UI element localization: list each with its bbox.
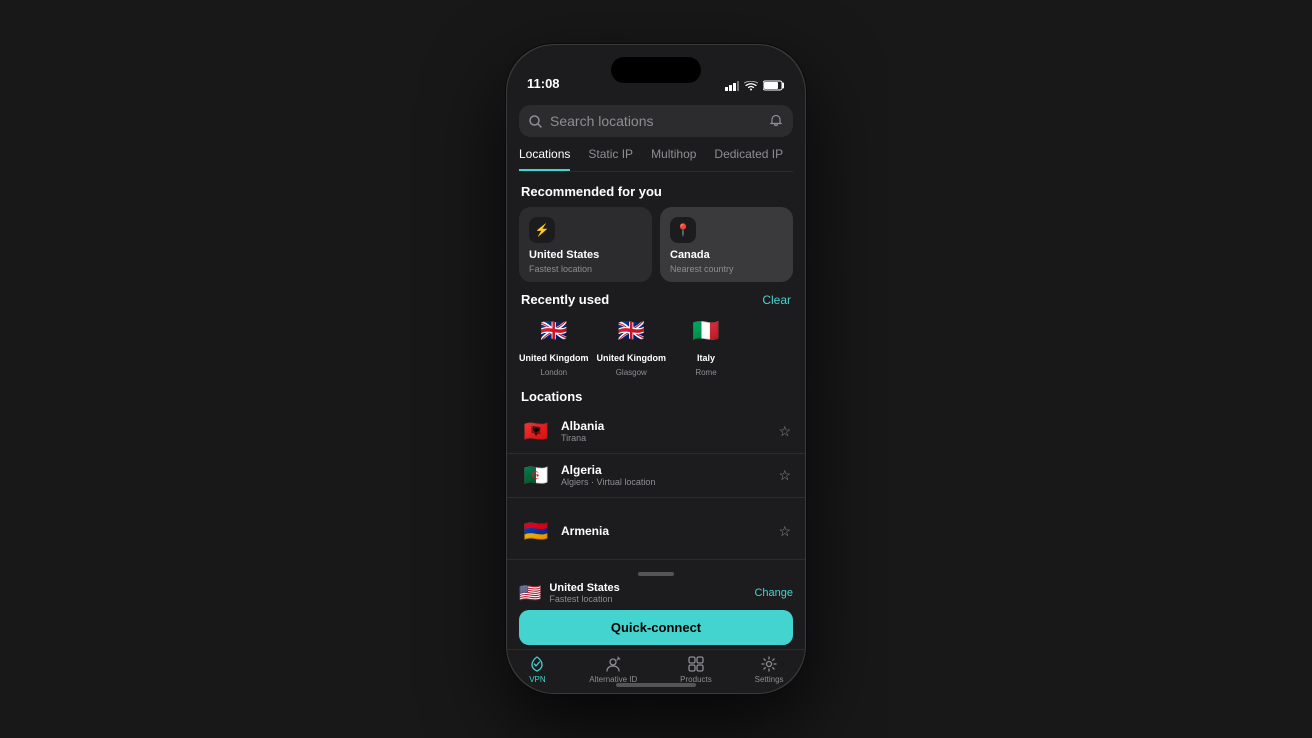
albania-favorite-icon[interactable]: ☆ <box>778 423 791 440</box>
rec-us-icon: ⚡ <box>529 217 555 243</box>
algeria-name: Algeria <box>561 463 768 477</box>
recent-name-italy-rome: Italy <box>697 353 715 364</box>
recently-title: Recently used <box>521 292 609 307</box>
dynamic-island <box>611 57 701 83</box>
recent-city-uk-london: London <box>540 368 567 377</box>
recent-flag-uk-glasgow: 🇬🇧 <box>613 313 649 349</box>
armenia-flag: 🇦🇲 <box>521 519 551 544</box>
status-icons <box>725 80 785 91</box>
tab-bar-settings[interactable]: Settings <box>755 655 784 684</box>
scroll-indicator <box>638 572 674 576</box>
location-item-algeria[interactable]: 🇩🇿 Algeria Algiers · Virtual location ☆ <box>507 454 805 498</box>
recommended-title: Recommended for you <box>521 184 791 199</box>
rec-canada-sub: Nearest country <box>670 264 783 274</box>
albania-flag: 🇦🇱 <box>521 419 551 444</box>
search-icon <box>529 115 542 128</box>
tab-bar-settings-label: Settings <box>755 675 784 684</box>
wifi-icon <box>744 81 758 91</box>
recommended-row: ⚡ United States Fastest location 📍 Canad… <box>519 207 793 282</box>
rec-us-name: United States <box>529 249 642 262</box>
connect-info: United States Fastest location <box>549 582 746 604</box>
recent-item-uk-glasgow[interactable]: 🇬🇧 United Kingdom Glasgow <box>597 313 667 377</box>
search-placeholder: Search locations <box>550 113 761 129</box>
algeria-info: Algeria Algiers · Virtual location <box>561 463 768 487</box>
tab-static-ip[interactable]: Static IP <box>588 147 633 171</box>
quick-connect-button[interactable]: Quick-connect <box>519 610 793 645</box>
recent-row: 🇬🇧 United Kingdom London 🇬🇧 United Kingd… <box>519 313 793 377</box>
connect-location-row: 🇺🇸 United States Fastest location Change <box>519 582 793 604</box>
connect-flag: 🇺🇸 <box>519 583 541 604</box>
recent-item-uk-london[interactable]: 🇬🇧 United Kingdom London <box>519 313 589 377</box>
recent-city-italy-rome: Rome <box>695 368 716 377</box>
clear-button[interactable]: Clear <box>762 293 791 307</box>
rec-canada-icon: 📍 <box>670 217 696 243</box>
algeria-flag: 🇩🇿 <box>521 463 551 488</box>
change-button[interactable]: Change <box>754 587 793 599</box>
tab-bar-products[interactable]: Products <box>680 655 712 684</box>
tab-bar-vpn[interactable]: VPN <box>528 655 546 684</box>
tab-bar-alt-id[interactable]: Alternative ID <box>589 655 637 684</box>
recent-name-uk-glasgow: United Kingdom <box>597 353 667 364</box>
recent-item-italy-rome[interactable]: 🇮🇹 Italy Rome <box>674 313 738 377</box>
settings-icon <box>760 655 778 673</box>
armenia-info: Armenia <box>561 524 768 538</box>
recently-used-header: Recently used Clear <box>521 292 791 307</box>
locations-section-title: Locations <box>521 389 791 404</box>
algeria-favorite-icon[interactable]: ☆ <box>778 467 791 484</box>
tab-dedicated-ip[interactable]: Dedicated IP <box>714 147 783 171</box>
alt-id-icon <box>604 655 622 673</box>
phone-shell: 11:08 <box>506 44 806 694</box>
albania-name: Albania <box>561 419 768 433</box>
connect-bar: 🇺🇸 United States Fastest location Change… <box>507 559 805 649</box>
albania-info: Albania Tirana <box>561 419 768 443</box>
vpn-icon <box>528 655 546 673</box>
location-item-albania[interactable]: 🇦🇱 Albania Tirana ☆ <box>507 410 805 454</box>
tab-multihop[interactable]: Multihop <box>651 147 696 171</box>
tabs-row: Locations Static IP Multihop Dedicated I… <box>519 147 793 172</box>
rec-us-sub: Fastest location <box>529 264 642 274</box>
scene: 11:08 <box>0 0 1312 738</box>
recent-flag-italy-rome: 🇮🇹 <box>688 313 724 349</box>
home-indicator <box>616 683 696 687</box>
products-icon <box>687 655 705 673</box>
recent-city-uk-glasgow: Glasgow <box>616 368 647 377</box>
bell-icon[interactable] <box>769 114 783 128</box>
recent-name-uk-london: United Kingdom <box>519 353 589 364</box>
content-area: Search locations Locations Static IP Mul… <box>507 97 805 693</box>
albania-sub: Tirana <box>561 433 768 443</box>
tab-locations[interactable]: Locations <box>519 147 570 171</box>
connect-sub: Fastest location <box>549 594 746 604</box>
location-item-armenia[interactable]: 🇦🇲 Armenia ☆ <box>507 510 805 553</box>
recent-flag-uk-london: 🇬🇧 <box>536 313 572 349</box>
connect-country: United States <box>549 582 746 594</box>
battery-icon <box>763 80 785 91</box>
signal-icon <box>725 81 739 91</box>
rec-card-us[interactable]: ⚡ United States Fastest location <box>519 207 652 282</box>
armenia-favorite-icon[interactable]: ☆ <box>778 523 791 540</box>
armenia-name: Armenia <box>561 524 768 538</box>
algeria-sub: Algiers · Virtual location <box>561 477 768 487</box>
screen: 11:08 <box>507 45 805 693</box>
tab-bar-vpn-label: VPN <box>529 675 545 684</box>
rec-canada-name: Canada <box>670 249 783 262</box>
search-bar[interactable]: Search locations <box>519 105 793 137</box>
rec-card-canada[interactable]: 📍 Canada Nearest country <box>660 207 793 282</box>
